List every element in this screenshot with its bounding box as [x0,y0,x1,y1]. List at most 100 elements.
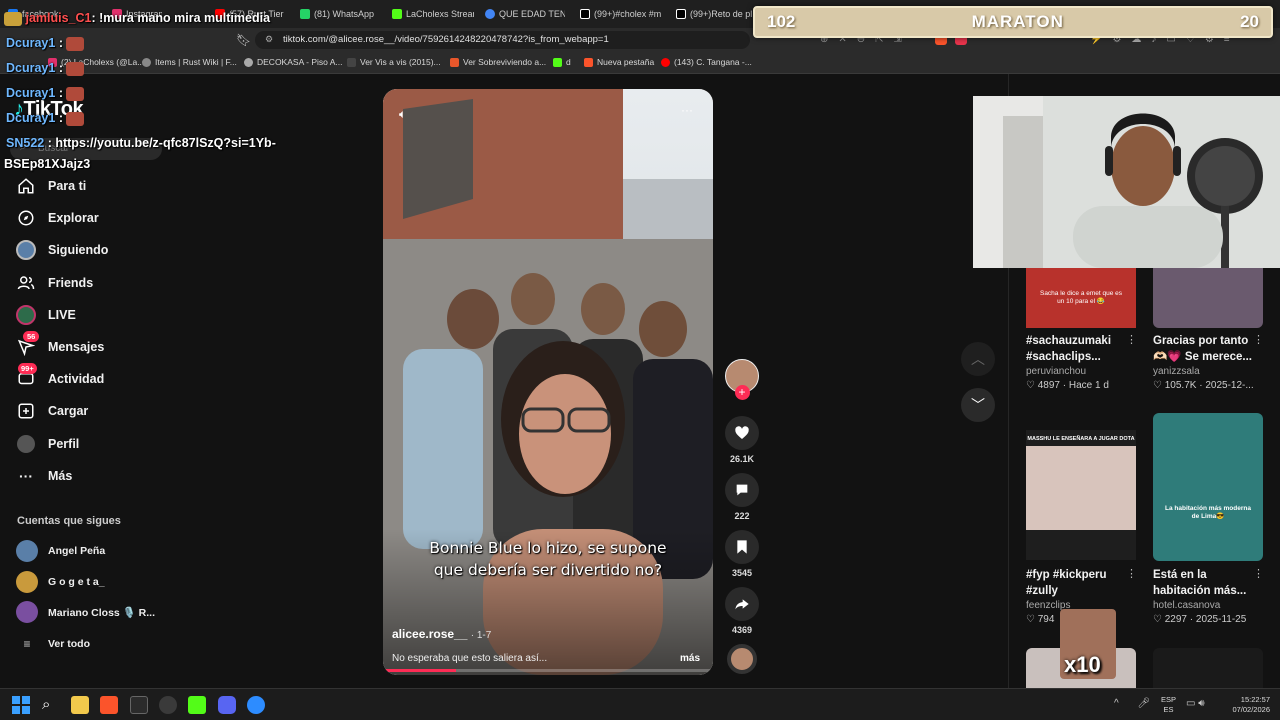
nav-following[interactable]: Siguiendo [16,238,108,262]
video-thumbnail[interactable]: MASSHU LE ENSEÑARA A JUGAR DOTA [1026,430,1136,560]
video-thumbnail[interactable] [1153,268,1263,328]
chat-message: Dcuray1 : [6,86,85,101]
chat-emote-icon [66,86,85,101]
tab-whatsapp[interactable]: (81) WhatsApp [300,5,380,23]
like-button[interactable]: 26.1K [725,416,759,464]
kick-icon[interactable] [188,696,206,714]
discord-icon[interactable] [218,696,236,714]
bookmark-item[interactable]: d [553,57,571,67]
previous-video-button[interactable]: ︿ [961,342,995,376]
music-disc-icon [727,644,757,674]
bookmark-icon [725,530,759,564]
emote-multiplier: x10 [1064,652,1101,677]
chat-message: Dcuray1 : [6,61,85,76]
video-thumbnail[interactable]: La habitación más moderna de Lima😎 [1153,413,1263,561]
search-icon[interactable]: ⌕ [42,696,60,714]
nav-messages[interactable]: 56 Mensajes [16,331,104,359]
bookmark-item[interactable]: (143) C. Tangana -... [661,57,752,67]
tab-tiktok-2[interactable]: (99+)Reto de pla [676,5,752,23]
video-author[interactable]: alicee.rose__ · 1-7 [392,627,491,641]
live-icon [16,305,36,325]
tiktok-icon [580,9,590,19]
nav-profile[interactable]: Perfil [16,432,79,456]
video-player[interactable]: 🔈︎ ··· Bonnie Blue lo hizo, se supone qu… [383,89,713,675]
subathon-counter-left: 102 [767,12,796,31]
globe-icon [142,57,151,67]
obs-icon[interactable] [159,696,177,714]
site-info-icon[interactable]: ⚙ [265,34,273,45]
tab-tiktok-1[interactable]: (99+)#cholex #m [580,5,662,23]
clock[interactable]: 15:22:57 07/02/2026 [1224,695,1270,715]
nav-live[interactable]: LIVE [16,303,76,327]
video-frame-image [383,89,713,675]
comment-button[interactable]: 222 [725,473,759,521]
nav-upload[interactable]: Cargar [16,399,88,423]
more-options-icon[interactable]: ⋮ [1253,567,1264,580]
avatar [16,571,38,593]
chevron-down-icon: ﹀ [971,397,985,413]
next-video-button[interactable]: ﹀ [961,388,995,422]
webcam-image [973,96,1280,268]
see-all-following[interactable]: ≡ Ver todo [16,633,90,655]
youtube-icon [661,57,670,67]
tab-google[interactable]: QUE EDAD TENIA [485,5,565,23]
friends-icon [16,273,36,293]
video-description: No esperaba que esto saliera así... [392,653,548,664]
windows-start-icon[interactable] [12,696,30,714]
nav-more[interactable]: ··· Más [16,464,72,488]
network-volume-icons[interactable]: ▭ 🔊︎ [1186,698,1205,709]
bookmark-icon[interactable]: 🔖︎ [236,33,251,47]
more-options-icon[interactable]: ⋮ [1126,333,1137,346]
nav-for-you[interactable]: Para ti [16,174,86,198]
profile-icon [16,434,36,454]
brave-browser-icon[interactable] [100,696,118,714]
terminal-icon[interactable] [130,696,148,714]
chat-emote-icon [66,111,85,126]
bookmark-item[interactable]: DECOKASA - Piso A... [244,57,343,67]
home-icon [16,176,36,196]
volume-icon[interactable]: 🔈︎ [399,107,406,122]
system-tray-icons[interactable]: ^ 🎤︎ [1114,698,1158,709]
bookmark-item[interactable]: Ver Vis a vis (2015)... [347,57,441,67]
nav-friends[interactable]: Friends [16,271,93,295]
more-options-icon[interactable]: ⋮ [1253,333,1264,346]
app-icon[interactable] [247,696,265,714]
avatar [16,601,38,623]
site-icon [347,57,356,67]
globe-icon [244,57,253,67]
stream-marathon-banner: 102 MARATON 20 [753,6,1273,38]
chevron-up-icon: ︿ [971,351,985,367]
following-account[interactable]: Mariano Closs 🎙️ R... [16,601,155,623]
video-thumbnail[interactable] [1153,648,1263,688]
tab-kick[interactable]: LaCholexs Stream [392,5,474,23]
following-account[interactable]: G o g e t a_ [16,571,105,593]
bookmark-item[interactable]: Ver Sobreviviendo a... [450,57,546,67]
save-button[interactable]: 3545 [725,530,759,578]
chat-message-continuation: BSEp81XJajz3 [4,157,91,171]
messages-icon: 56 [16,331,40,357]
following-section-header: Cuentas que sigues [17,515,121,527]
bookmark-item[interactable]: Items | Rust Wiki | F... [142,57,237,67]
more-options-icon[interactable]: ⋮ [1126,567,1137,580]
creator-avatar-button[interactable]: + [725,359,759,400]
nav-activity[interactable]: 99+ Actividad [16,363,104,391]
follow-plus-icon[interactable]: + [734,385,750,400]
url-field[interactable]: ⚙ tiktok.com/@alicee.rose__/video/759261… [255,31,750,49]
language-indicator[interactable]: ESP ES [1161,695,1176,715]
following-account[interactable]: Angel Peña [16,540,105,562]
file-explorer-icon[interactable] [71,696,89,714]
share-icon [725,587,759,621]
share-button[interactable]: 4369 [725,587,759,635]
chat-message: jamluis_C1: !mura mano mira multimedia [4,11,270,26]
video-progress-track[interactable] [383,669,713,672]
brave-icon [584,57,593,67]
nav-explore[interactable]: Explorar [16,206,99,230]
kick-icon [553,57,562,67]
sound-avatar[interactable] [725,644,759,674]
video-thumbnail[interactable]: Sacha le dice a emet que es un 10 para e… [1026,268,1136,328]
see-more-link[interactable]: más [680,653,700,664]
video-options-icon[interactable]: ··· [681,103,693,117]
chat-message: Dcuray1 : [6,36,85,51]
avatar [16,540,38,562]
bookmark-item[interactable]: Nueva pestaña [584,57,654,67]
